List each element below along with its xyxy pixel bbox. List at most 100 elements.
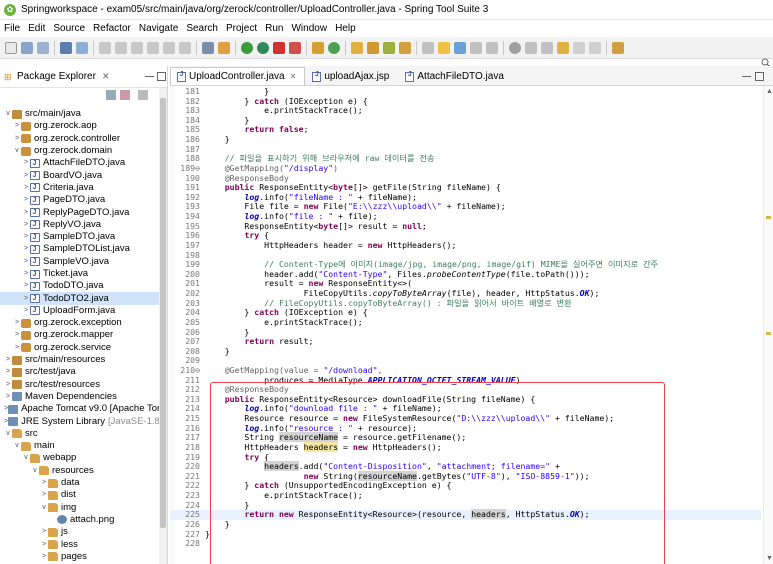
close-icon[interactable]: ✕ <box>102 71 110 82</box>
collapsed-arrow-icon[interactable]: > <box>22 243 30 255</box>
collapsed-arrow-icon[interactable]: > <box>13 120 21 132</box>
suspend-icon[interactable] <box>115 41 127 54</box>
package-explorer-title[interactable]: Package Explorer <box>17 71 96 82</box>
collapsed-arrow-icon[interactable]: > <box>22 170 30 182</box>
show-whitespace-icon[interactable] <box>470 41 482 54</box>
scrollbar-thumb[interactable] <box>160 98 166 528</box>
collapsed-arrow-icon[interactable]: > <box>22 293 30 305</box>
collapsed-arrow-icon[interactable]: > <box>13 342 21 354</box>
perspective-icon[interactable] <box>612 41 624 54</box>
tree-item[interactable]: > ReplyPageDTO.java <box>0 206 160 220</box>
next-annotation-icon[interactable] <box>525 41 537 54</box>
back-icon[interactable] <box>573 41 585 54</box>
tree-item[interactable]: > dist <box>0 489 160 501</box>
tree-item[interactable]: > less <box>0 538 160 550</box>
menu-project[interactable]: Project <box>222 23 261 34</box>
tree-item[interactable]: > UploadForm.java <box>0 305 160 318</box>
code-line[interactable]: 223 e.printStackTrace(); <box>170 490 761 501</box>
collapsed-arrow-icon[interactable]: > <box>22 305 30 317</box>
expanded-arrow-icon[interactable]: v <box>4 428 12 440</box>
collapsed-arrow-icon[interactable]: > <box>40 551 48 563</box>
menu-edit[interactable]: Edit <box>24 23 49 34</box>
expanded-arrow-icon[interactable]: v <box>4 108 12 120</box>
open-type-icon[interactable] <box>351 41 363 54</box>
console-icon[interactable] <box>60 41 72 54</box>
boot-dashboard-icon[interactable] <box>218 41 230 54</box>
code-line[interactable]: 197 HttpHeaders header = new HttpHeaders… <box>170 240 761 251</box>
toggle-mark-icon[interactable] <box>454 41 466 54</box>
collapsed-arrow-icon[interactable]: > <box>4 354 12 366</box>
block-select-icon[interactable] <box>486 41 498 54</box>
expanded-arrow-icon[interactable]: v <box>31 465 39 477</box>
collapsed-arrow-icon[interactable]: > <box>13 317 21 329</box>
collapsed-arrow-icon[interactable]: > <box>13 133 21 145</box>
code-line[interactable]: 227} <box>170 529 761 540</box>
code-line[interactable]: 207 return result; <box>170 336 761 347</box>
collapsed-arrow-icon[interactable]: > <box>40 526 48 538</box>
new-class-icon[interactable] <box>328 41 340 54</box>
tree-item[interactable]: > BoardVO.java <box>0 169 160 183</box>
stop-icon[interactable] <box>131 41 143 54</box>
tree-item[interactable]: > JRE System Library [JavaSE-1.8] <box>0 415 162 427</box>
tree-item[interactable]: > SampleVO.java <box>0 256 160 269</box>
prev-annotation-icon[interactable] <box>541 41 553 54</box>
collapsed-arrow-icon[interactable]: > <box>22 219 30 231</box>
tree-item[interactable]: > org.zerock.service <box>0 342 160 354</box>
tree-item[interactable]: v main <box>0 440 160 452</box>
explorer-scrollbar[interactable] <box>159 88 167 564</box>
maximize-icon[interactable] <box>157 72 166 81</box>
resume-icon[interactable] <box>99 41 111 54</box>
step-over-icon[interactable] <box>179 41 191 54</box>
collapsed-arrow-icon[interactable]: > <box>4 366 12 378</box>
expanded-arrow-icon[interactable]: v <box>13 440 21 452</box>
tree-item[interactable]: > Apache Tomcat v9.0 [Apache Tom <box>0 403 165 415</box>
code-line[interactable]: 226 } <box>170 519 761 530</box>
open-folder-icon[interactable] <box>367 41 379 54</box>
menu-help[interactable]: Help <box>331 23 360 34</box>
stop-server-icon[interactable] <box>273 41 285 54</box>
code-line[interactable]: 186 } <box>170 134 761 145</box>
tree-item[interactable]: > src/test/resources <box>0 379 160 391</box>
tree-item[interactable]: > SampleDTO.java <box>0 231 160 244</box>
search-toolbar-icon[interactable] <box>422 41 434 54</box>
tree-item[interactable]: > PageDTO.java <box>0 194 160 207</box>
tree-item[interactable]: > org.zerock.aop <box>0 120 160 132</box>
collapsed-arrow-icon[interactable]: > <box>4 391 12 403</box>
collapsed-arrow-icon[interactable]: > <box>13 329 21 341</box>
tree-item[interactable]: > ReplyVO.java <box>0 219 160 232</box>
view-menu-icon[interactable] <box>138 90 148 100</box>
annotation-icon[interactable] <box>438 41 450 54</box>
settings-icon[interactable] <box>509 41 521 54</box>
collapse-all-icon[interactable] <box>106 90 116 100</box>
tree-item[interactable]: > SampleDTOList.java <box>0 243 160 256</box>
menu-window[interactable]: Window <box>287 23 331 34</box>
new-project-icon[interactable] <box>312 41 324 54</box>
tree-item[interactable]: v img <box>0 502 160 514</box>
menu-file[interactable]: File <box>0 23 24 34</box>
expanded-arrow-icon[interactable]: v <box>40 502 48 514</box>
tree-item[interactable]: > org.zerock.mapper <box>0 329 160 341</box>
code-line[interactable]: 228 <box>170 538 761 549</box>
tree-item[interactable]: > data <box>0 477 160 489</box>
editor-scrollbar[interactable]: ▲ ▼ <box>763 86 773 564</box>
collapsed-arrow-icon[interactable]: > <box>40 539 48 551</box>
code-line[interactable]: 205 e.printStackTrace(); <box>170 317 761 328</box>
collapsed-arrow-icon[interactable]: > <box>40 489 48 501</box>
code-line[interactable]: 208 } <box>170 346 761 357</box>
code-line[interactable]: 183 e.printStackTrace(); <box>170 106 761 116</box>
tree-item[interactable]: > src/test/java <box>0 366 160 378</box>
collapsed-arrow-icon[interactable]: > <box>22 207 30 219</box>
save-all-icon[interactable] <box>37 41 49 54</box>
menu-run[interactable]: Run <box>261 23 287 34</box>
code-editor[interactable]: 181 } 182 } catch (IOException e) {183 e.… <box>170 86 773 564</box>
terminal-icon[interactable] <box>76 41 88 54</box>
tree-item[interactable]: v org.zerock.domain <box>0 145 160 157</box>
overview-marker[interactable] <box>766 216 771 219</box>
maximize-icon[interactable] <box>755 72 764 81</box>
link-editor-icon[interactable] <box>120 90 130 100</box>
forward-icon[interactable] <box>589 41 601 54</box>
menu-refactor[interactable]: Refactor <box>89 23 135 34</box>
tree-item[interactable]: v src/main/java <box>0 108 160 120</box>
save-icon[interactable] <box>21 41 33 54</box>
expanded-arrow-icon[interactable]: v <box>13 145 21 157</box>
